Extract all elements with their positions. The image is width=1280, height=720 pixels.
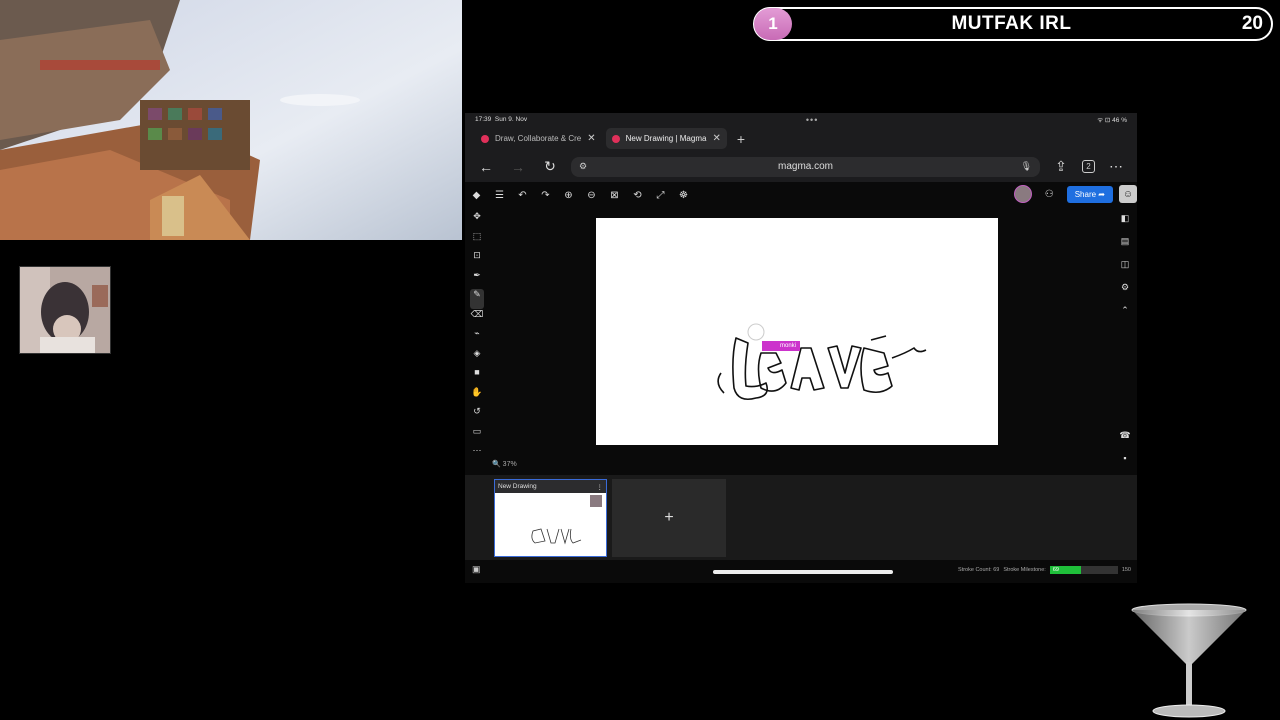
left-toolbox: ✥ ⬚ ⊡ ✒ ✎ ⌫ ⌁ ◈ ■ ✋ ↺ ▭ ⋯ [470,211,484,465]
address-bar-row: ← → ↻ ⚙ magma.com 🎙 ⇪ 2 ⋯ [465,151,1137,182]
magma-app: ◆ ☰ ↶ ↷ ⊕ ⊖ ⊠ ⟲ ⤢ ☸ ⚇ Share ➦ ☺ ✥ ⬚ ⊡ ✒ … [465,182,1137,583]
magma-logo-icon[interactable]: ◆ [465,190,488,201]
status-time: 17:39 [475,116,492,123]
multitask-dots-icon[interactable]: ••• [806,115,818,125]
collapse-icon[interactable]: ⌃ [1118,305,1132,328]
panel-toggle-icon[interactable]: ▣ [472,564,481,575]
tab-count-icon[interactable]: 2 [1082,160,1095,173]
transform-tool-icon[interactable]: ⊡ [470,250,484,270]
url-text: magma.com [777,161,833,172]
user-avatar[interactable]: ☺ [1119,185,1137,203]
banner-count: 20 [1241,13,1263,34]
right-bottom-tools: ☎ ▪ [1118,430,1132,476]
close-tab-icon[interactable]: ✕ [712,133,720,144]
zoom-level[interactable]: 🔍 37% [492,460,517,468]
tab-label: Draw, Collaborate & Cre [495,134,582,143]
brush-tool-icon[interactable]: ✎ [470,289,484,309]
home-indicator[interactable] [713,570,893,574]
magma-toolbar: ◆ ☰ ↶ ↷ ⊕ ⊖ ⊠ ⟲ ⤢ ☸ ⚇ Share ➦ ☺ [465,182,1137,208]
magma-favicon-icon [611,134,620,143]
layers-icon[interactable]: ◫ [1118,259,1132,282]
add-frame-button[interactable]: + [612,479,726,557]
zoom-out-icon[interactable]: ⊖ [580,190,603,201]
drawing-canvas[interactable]: monki [596,218,998,445]
fit-icon[interactable]: ⊠ [603,190,626,201]
magma-favicon-icon [481,134,489,143]
stream-banner: 1 MUTFAK IRL 20 [753,7,1273,41]
rank-badge: 1 [754,8,792,40]
fullscreen-icon[interactable]: ⤢ [649,190,672,201]
tab-new-drawing[interactable]: New Drawing | Magma ✕ [605,128,727,149]
rotate-view-icon[interactable]: ↺ [470,406,484,426]
martini-glass-overlay [1128,602,1250,720]
frame-strip: New Drawing ⋮ + [465,475,1137,560]
bottom-status-bar: ▣ Stroke Count: 69 Stroke Milestone: 69 … [465,560,1137,583]
settings-icon[interactable]: ☸ [672,190,695,201]
undo-icon[interactable]: ↶ [511,190,534,201]
milestone-target: 150 [1121,567,1131,573]
milestone-progress-bar: 69 [1049,566,1118,574]
smudge-tool-icon[interactable]: ⌁ [470,328,484,348]
tab-label: New Drawing | Magma [625,134,707,143]
frame-menu-icon[interactable]: ⋮ [597,483,604,491]
close-tab-icon[interactable]: ✕ [587,133,595,144]
forward-icon[interactable]: → [507,159,529,175]
fill-tool-icon[interactable]: ◈ [470,348,484,368]
stroke-count: Stroke Count: 69 [958,567,1000,573]
microphone-icon[interactable]: 🎙 [1021,161,1032,172]
frame-title: New Drawing [498,483,537,490]
comment-tool-icon[interactable]: ▭ [470,426,484,446]
stroke-milestone-label: Stroke Milestone: [1003,567,1046,573]
reload-icon[interactable]: ↻ [539,158,561,175]
add-user-icon[interactable]: ⚇ [1038,189,1061,200]
browser-tab-bar: Draw, Collaborate & Cre ✕ New Drawing | … [465,126,1137,151]
rotate-icon[interactable]: ⟲ [626,190,649,201]
more-menu-icon[interactable]: ⋯ [1105,158,1127,175]
webcam-feed [19,266,111,354]
frames-panel-icon[interactable]: ▤ [1118,236,1132,259]
move-tool-icon[interactable]: ✥ [470,211,484,231]
more-tools-icon[interactable]: ⋯ [470,445,484,465]
frame-thumbnail[interactable]: New Drawing ⋮ [494,479,607,557]
eraser-tool-icon[interactable]: ⌫ [470,309,484,329]
frame-header: New Drawing ⋮ [495,480,606,493]
stroke-stats: Stroke Count: 69 Stroke Milestone: 69 15… [958,566,1131,574]
voice-call-icon[interactable]: ☎ [1118,430,1132,453]
game-capture [0,0,462,240]
status-date: Sun 9. Nov [494,116,528,123]
share-sheet-icon[interactable]: ⇪ [1050,158,1072,175]
color-swatch-icon[interactable]: ◧ [1118,213,1132,236]
share-button[interactable]: Share ➦ [1066,185,1113,203]
redo-icon[interactable]: ↷ [534,190,557,201]
ipad-screen: 17:39 Sun 9. Nov ••• ᯤ ⊡ 46 % Draw, Coll… [465,113,1137,583]
progress-value: 69 [1052,567,1059,573]
select-tool-icon[interactable]: ⬚ [470,231,484,251]
banner-title: MUTFAK IRL [951,13,1072,34]
hand-tool-icon[interactable]: ✋ [470,387,484,407]
new-tab-icon[interactable]: + [737,131,745,147]
menu-icon[interactable]: ☰ [488,190,511,201]
stream-layout: 1 MUTFAK IRL 20 17:39 Sun 9. Nov ••• ᯤ ⊡… [0,0,1280,720]
tab-draw-collaborate[interactable]: Draw, Collaborate & Cre ✕ [475,128,602,149]
ios-status-bar: 17:39 Sun 9. Nov ••• ᯤ ⊡ 46 % [465,113,1137,126]
site-settings-icon[interactable]: ⚙ [579,161,587,172]
right-panel-tools: ◧ ▤ ◫ ⚙ ⌃ [1118,213,1132,328]
collaborator-avatar[interactable] [1013,185,1032,203]
status-indicators: ᯤ ⊡ 46 % [1097,117,1127,124]
back-icon[interactable]: ← [475,159,497,175]
shape-tool-icon[interactable]: ■ [470,367,484,387]
collaborator-cursor-tag: monki [762,341,801,351]
pen-tool-icon[interactable]: ✒ [470,270,484,290]
chat-icon[interactable]: ▪ [1118,453,1132,476]
settings-gear-icon[interactable]: ⚙ [1118,282,1132,305]
url-field[interactable]: ⚙ magma.com 🎙 [571,156,1040,177]
zoom-in-icon[interactable]: ⊕ [557,190,580,201]
